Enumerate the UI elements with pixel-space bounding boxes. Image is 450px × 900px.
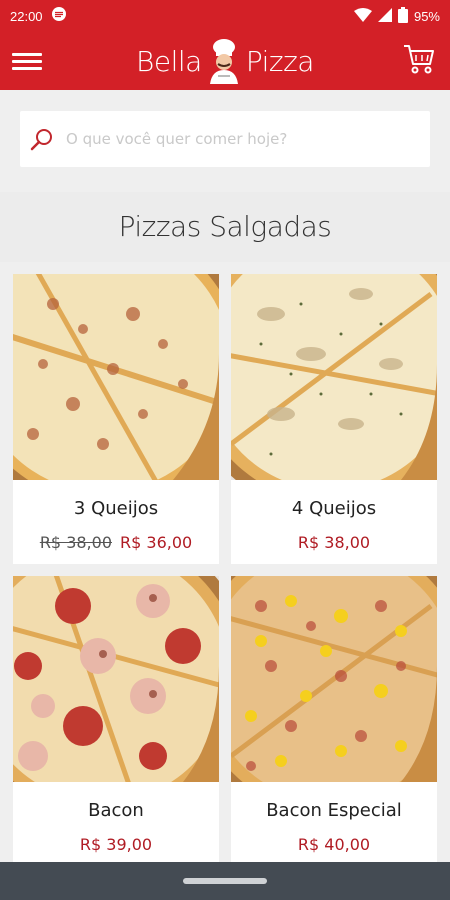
app-bar: Bella Pizza [0, 32, 450, 90]
pizza-3-queijos-image [13, 274, 219, 480]
wifi-icon [353, 7, 372, 25]
product-name: Bacon Especial [266, 800, 402, 821]
product-old-price: R$ 38,00 [39, 533, 112, 552]
status-time: 22:00 [10, 8, 43, 24]
system-navigation-bar [0, 862, 450, 900]
chef-logo-icon [209, 39, 238, 84]
product-card[interactable]: Bacon Especial R$ 40,00 [231, 576, 437, 862]
brand-logo: Bella Pizza [0, 32, 450, 90]
product-prices: R$ 38,00 R$ 36,00 [13, 533, 219, 552]
search-bar[interactable] [20, 111, 430, 167]
brand-name-left: Bella [136, 44, 202, 78]
status-bar: 22:00 95% [0, 0, 450, 32]
product-prices: R$ 39,00 [13, 835, 219, 854]
product-name: 4 Queijos [291, 498, 377, 519]
product-price: R$ 40,00 [297, 835, 371, 854]
product-prices: R$ 40,00 [231, 835, 437, 854]
search-icon [30, 129, 52, 151]
home-gesture-handle[interactable] [183, 878, 267, 884]
search-input[interactable] [66, 130, 406, 148]
product-price: R$ 39,00 [79, 835, 153, 854]
product-card[interactable]: 4 Queijos R$ 38,00 [231, 274, 437, 564]
search-area [0, 90, 450, 186]
shopping-cart-icon[interactable] [402, 42, 436, 76]
product-grid: 3 Queijos R$ 38,00 R$ 36,00 4 Queijos R$… [0, 262, 450, 862]
section-title: Pizzas Salgadas [0, 192, 450, 262]
product-prices: R$ 38,00 [231, 533, 437, 552]
notification-icon [51, 6, 67, 26]
product-card[interactable]: 3 Queijos R$ 38,00 R$ 36,00 [13, 274, 219, 564]
battery-percent: 95% [413, 8, 440, 24]
pizza-4-queijos-image [231, 274, 437, 480]
cell-signal-icon [377, 7, 392, 25]
product-price: R$ 36,00 [120, 533, 193, 552]
brand-name-right: Pizza [245, 44, 315, 78]
pizza-bacon-especial-image [231, 576, 437, 782]
battery-icon [397, 6, 408, 26]
product-card[interactable]: Bacon R$ 39,00 [13, 576, 219, 862]
product-price: R$ 38,00 [297, 533, 371, 552]
product-name: Bacon [88, 800, 144, 821]
pizza-bacon-image [13, 576, 219, 782]
product-name: 3 Queijos [73, 498, 159, 519]
